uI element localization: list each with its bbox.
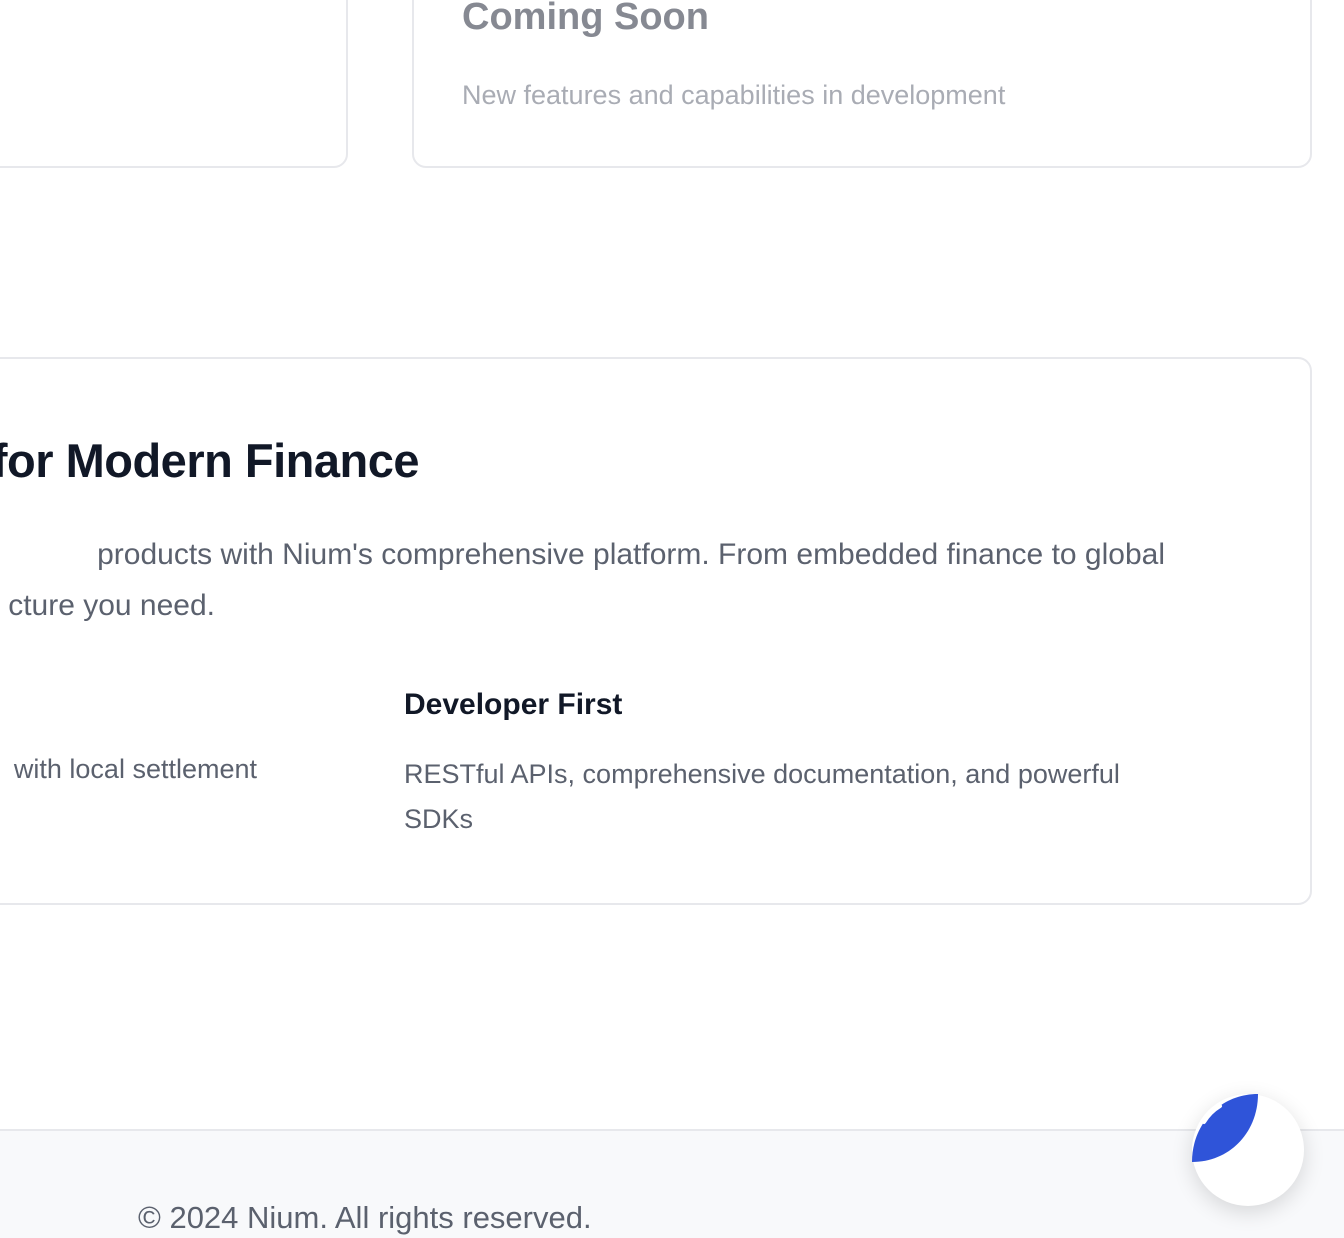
feature-card-partial [0,0,348,168]
leaf-icon [1192,1094,1258,1162]
coming-soon-title: Coming Soon [462,0,709,38]
page: rations Coming Soon New features and cap… [0,0,1344,1238]
panel-description-line-1: products with Nium's comprehensive platf… [97,538,1165,571]
chat-launcher-button[interactable] [1192,1094,1304,1206]
panel-description-line-2: cture you need. [8,589,215,622]
panel-heading: for Modern Finance [0,434,420,487]
coming-soon-card: Coming Soon New features and capabilitie… [412,0,1312,168]
feature-developer-first-description: RESTful APIs, comprehensive documentatio… [404,759,1120,834]
footer-copyright: © 2024 Nium. All rights reserved. [138,1200,592,1235]
coming-soon-description: New features and capabilities in develop… [462,80,1006,110]
feature-local-settlement-description: with local settlement [13,754,257,784]
feature-developer-first-title: Developer First [404,688,623,721]
